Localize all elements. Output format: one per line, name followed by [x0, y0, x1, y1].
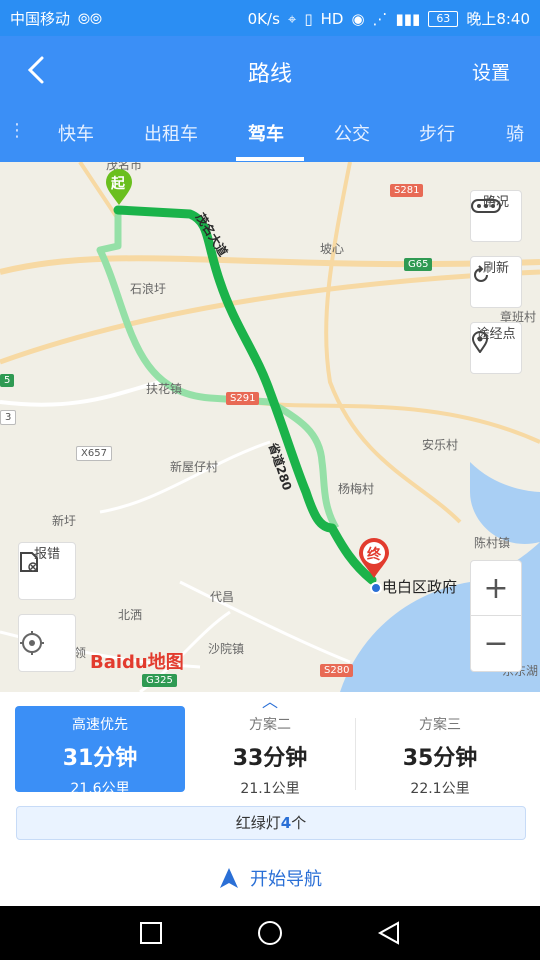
- location-pin-icon: [471, 331, 489, 353]
- plan-card-3[interactable]: 方案三 35分钟 22.1公里: [355, 706, 525, 797]
- shield-s280: S280: [320, 664, 354, 677]
- zoom-control: + −: [470, 560, 522, 672]
- shield-g65: G65: [404, 258, 433, 271]
- navigation-arrow-icon: [220, 868, 238, 888]
- map-label-anle: 安乐村: [422, 438, 459, 452]
- plan-distance: 22.1公里: [410, 781, 470, 797]
- plan-duration: 31分钟: [62, 746, 138, 771]
- eye-icon: ◉: [351, 9, 365, 28]
- end-marker-label: 终: [367, 547, 381, 563]
- start-marker-label: 起: [111, 176, 125, 192]
- refresh-icon: [474, 265, 488, 282]
- plan-card-fastest[interactable]: 高速优先 31分钟 21.6公里: [15, 706, 185, 797]
- tab-taxi[interactable]: 出租车: [144, 120, 198, 146]
- refresh-button[interactable]: 刷新: [470, 256, 522, 308]
- locate-button[interactable]: [18, 614, 76, 672]
- clock: 晚上8:40: [466, 10, 530, 28]
- hd-icon: HD: [320, 9, 344, 28]
- end-marker: 终: [356, 536, 392, 580]
- zoom-out-icon[interactable]: −: [471, 616, 521, 670]
- map-label-shilangyu: 石浪圩: [130, 282, 167, 296]
- traffic-lights-count: 4: [280, 814, 292, 832]
- traffic-icon: [471, 199, 501, 213]
- square-icon: [140, 922, 162, 944]
- status-bar: 中国移动 ⦾⦾ 0K/s ⌖ ▯ HD ◉ ⋰ ▮▮▮ 63 晚上8:40: [0, 0, 540, 36]
- locate-icon: [20, 631, 44, 655]
- destination-dot-icon: [370, 582, 382, 594]
- map-label-fuhuazhen: 扶花镇: [146, 382, 183, 396]
- back-nav-button[interactable]: [374, 918, 404, 948]
- report-icon: [20, 552, 38, 572]
- zoom-in-icon[interactable]: +: [471, 561, 521, 616]
- tab-drive[interactable]: 驾车: [248, 120, 284, 146]
- map-label-yangmei: 杨梅村: [338, 482, 375, 496]
- battery-icon: 63: [428, 10, 459, 27]
- circle-icon: [258, 921, 282, 945]
- settings-button[interactable]: 设置: [472, 58, 510, 85]
- plan-label: 方案二: [249, 717, 291, 733]
- map-canvas: [0, 162, 540, 692]
- system-navigation-bar: [0, 906, 540, 960]
- shield-s291: S291: [226, 392, 260, 405]
- active-tab-indicator: [236, 157, 304, 161]
- signal-icon: ▮▮▮: [395, 9, 421, 28]
- map-label-shayuanzhen: 沙院镇: [208, 642, 245, 656]
- back-arrow-icon: [27, 56, 44, 84]
- battery-level: 63: [436, 12, 451, 25]
- start-marker: 起: [104, 167, 134, 207]
- network-speed: 0K/s: [247, 9, 280, 28]
- map-view[interactable]: 茂名市 石浪圩 扶花镇 新屋仔村 新圩 北洒 代昌 沙院镇 安乐村 杨梅村 陈村…: [0, 162, 540, 692]
- traffic-button[interactable]: 路况: [470, 190, 522, 242]
- home-button[interactable]: [255, 918, 285, 948]
- map-label-beixi: 北洒: [118, 608, 143, 622]
- recent-apps-button[interactable]: [136, 918, 166, 948]
- mode-tabs: ⋮ 快车 出租车 驾车 公交 步行 骑: [0, 104, 540, 162]
- plan-card-2[interactable]: 方案二 33分钟 21.1公里: [185, 706, 355, 797]
- more-dots-icon[interactable]: ⋮: [8, 120, 26, 141]
- shield-5: 5: [0, 374, 15, 387]
- plan-distance: 21.1公里: [240, 781, 300, 797]
- traffic-lights-prefix: 红绿灯: [235, 814, 281, 832]
- map-label-xinwuzi: 新屋仔村: [170, 460, 219, 474]
- wifi-icon: ⋰: [372, 9, 388, 28]
- vibrate-icon: ▯: [304, 9, 313, 28]
- map-label-xinyu: 新圩: [52, 514, 77, 528]
- plan-duration: 35分钟: [402, 746, 478, 771]
- tab-bus[interactable]: 公交: [334, 120, 370, 146]
- header: 路线 设置: [0, 36, 540, 104]
- plan-distance: 21.6公里: [70, 781, 130, 797]
- baidu-logo: Baidu地图: [90, 652, 184, 673]
- map-label-chenlin: 陈村镇: [474, 536, 511, 550]
- traffic-lights-info[interactable]: 红绿灯4个: [16, 806, 526, 840]
- shield-s281: S281: [390, 184, 424, 197]
- traffic-lights-suffix: 个: [291, 814, 307, 832]
- waypoints-button[interactable]: 途经点: [470, 322, 522, 374]
- shield-g325: G325: [142, 674, 177, 687]
- wechat-icon: ⦾⦾: [78, 9, 103, 28]
- tab-express[interactable]: 快车: [58, 120, 94, 146]
- report-button[interactable]: 报错: [18, 542, 76, 600]
- shield-3: 3: [0, 410, 17, 425]
- location-icon: ⌖: [287, 9, 297, 28]
- start-navigation-label: 开始导航: [250, 869, 322, 890]
- page-title: 路线: [247, 62, 292, 87]
- plan-label: 方案三: [419, 717, 461, 733]
- tab-walk[interactable]: 步行: [419, 120, 455, 146]
- plan-label: 高速优先: [72, 717, 128, 733]
- plan-duration: 33分钟: [232, 746, 308, 771]
- tab-ride[interactable]: 骑: [506, 120, 524, 146]
- shield-x657: X657: [76, 446, 112, 461]
- route-plans-panel: ︿ 高速优先 31分钟 21.6公里 方案二 33分钟 21.1公里 方案三 3…: [0, 692, 540, 906]
- triangle-back-icon: [377, 921, 399, 945]
- start-navigation-button[interactable]: 开始导航: [0, 850, 540, 906]
- map-label-daichang: 代昌: [210, 590, 235, 604]
- back-button[interactable]: [24, 54, 48, 86]
- map-label-boxin: 坡心: [320, 242, 345, 256]
- destination-label: 电白区政府: [382, 578, 458, 596]
- carrier-name: 中国移动: [10, 10, 71, 28]
